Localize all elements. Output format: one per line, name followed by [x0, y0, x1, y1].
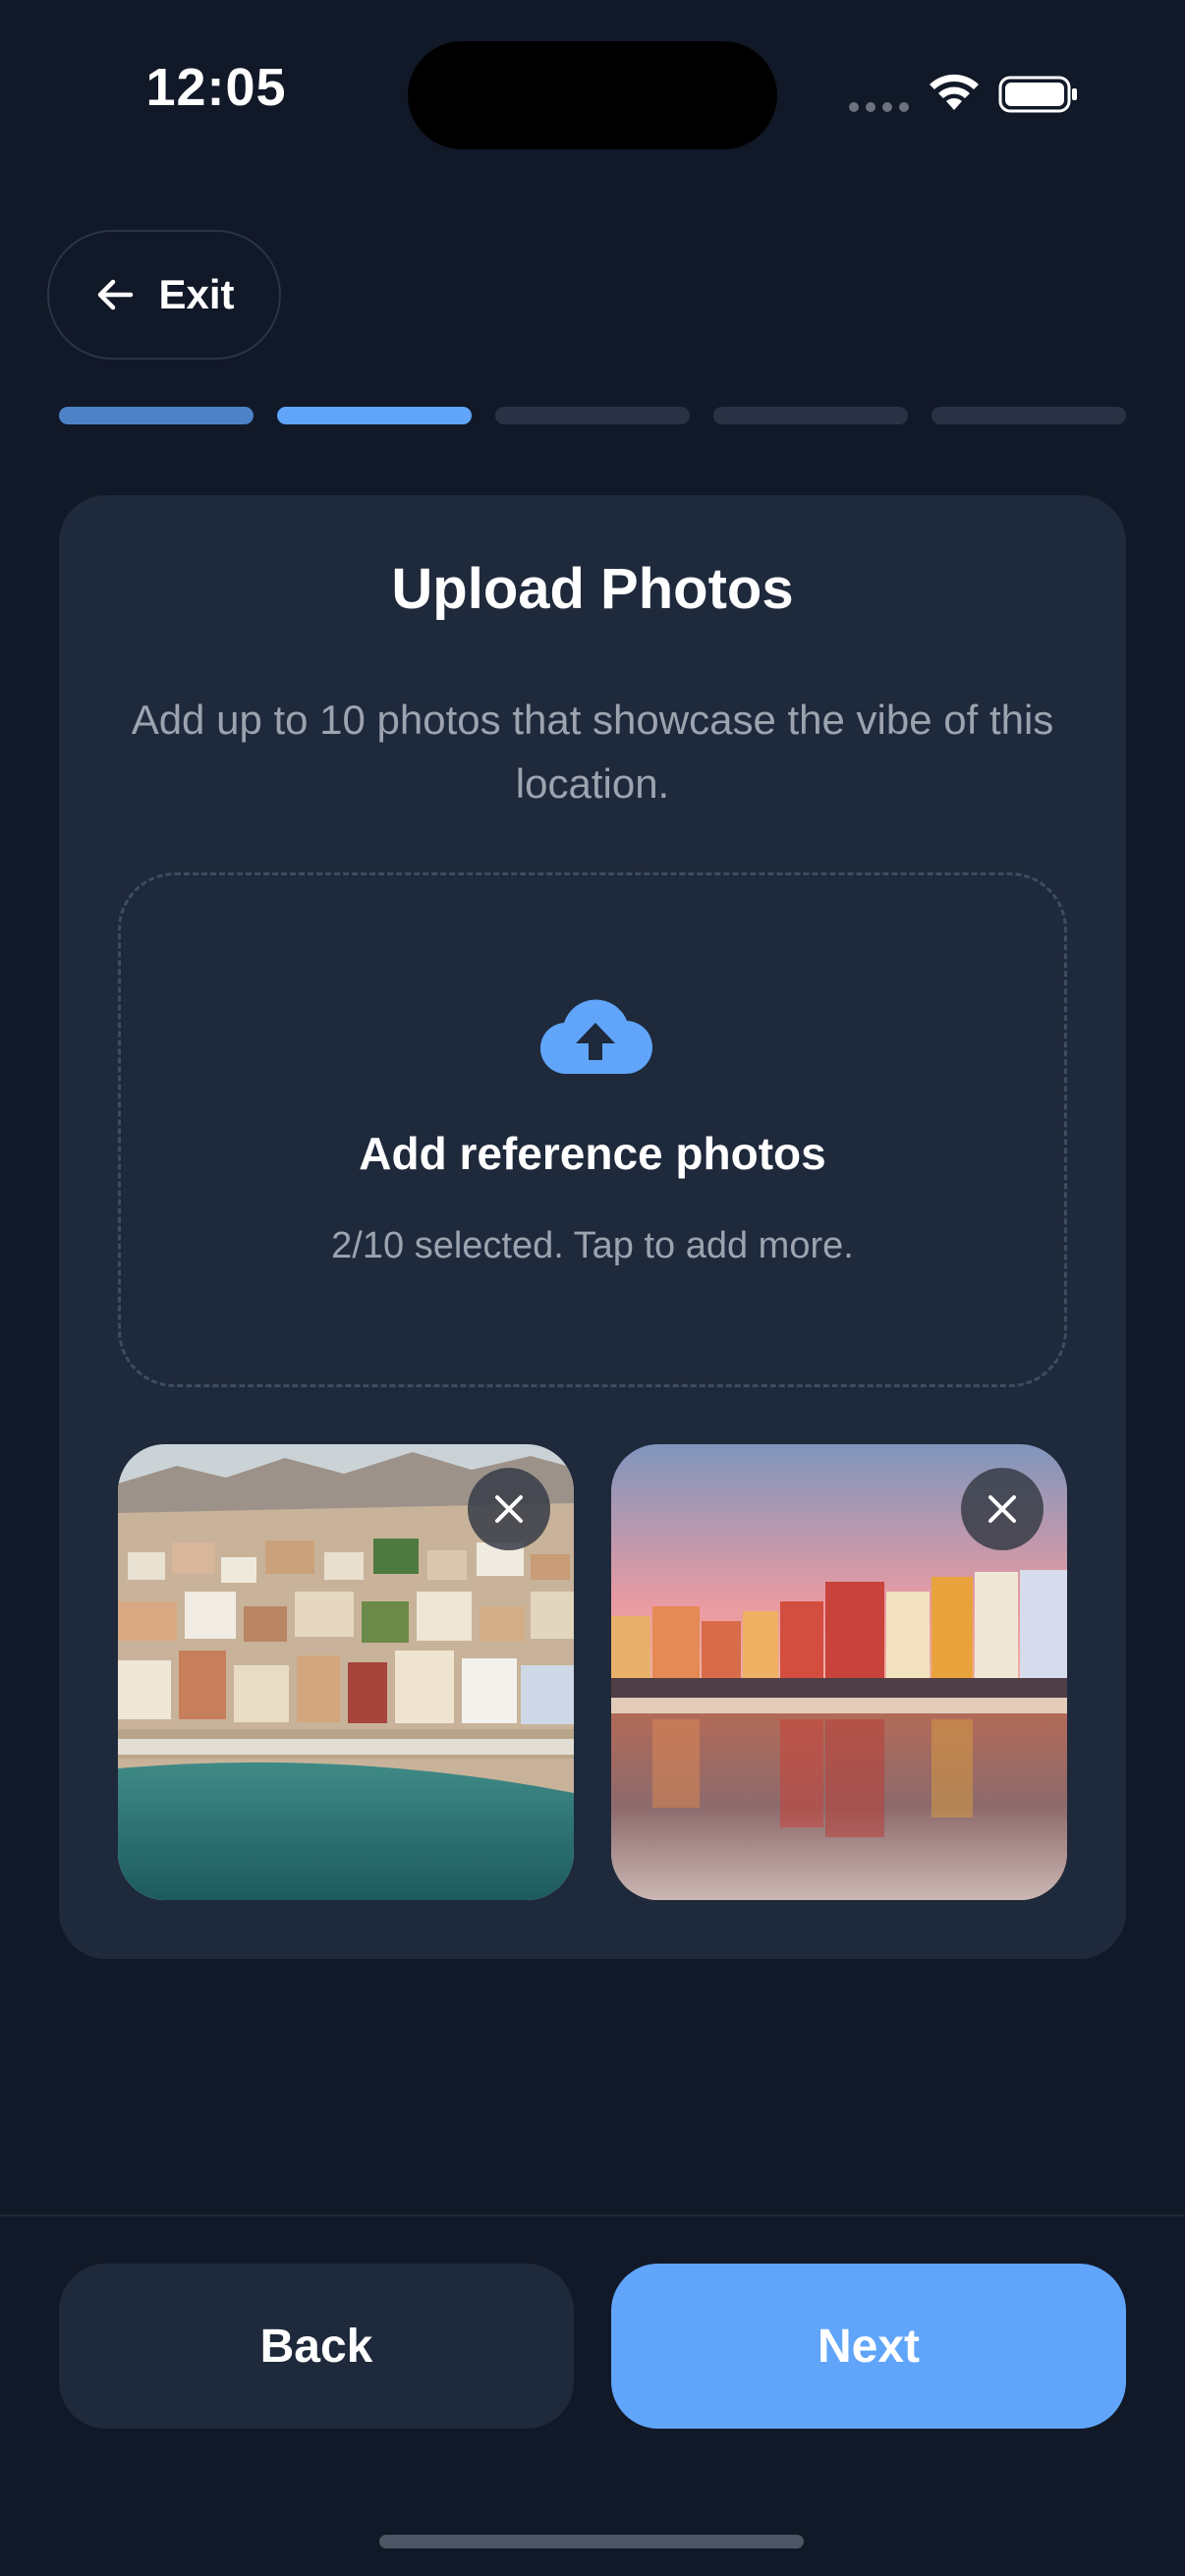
- back-button[interactable]: Back: [59, 2264, 574, 2429]
- status-bar: 12:05: [0, 0, 1185, 187]
- exit-button[interactable]: Exit: [47, 230, 281, 360]
- page-title: Upload Photos: [391, 557, 794, 621]
- remove-photo-button[interactable]: [468, 1468, 550, 1550]
- upload-card: Upload Photos Add up to 10 photos that s…: [59, 495, 1126, 1959]
- battery-icon: [998, 76, 1077, 113]
- progress-step-5: [931, 407, 1126, 424]
- close-icon: [495, 1495, 523, 1523]
- home-indicator: [379, 2535, 804, 2548]
- progress-step-2: [277, 407, 472, 424]
- dropzone-title: Add reference photos: [359, 1128, 826, 1179]
- progress-step-1: [59, 407, 254, 424]
- page-subtitle: Add up to 10 photos that showcase the vi…: [131, 697, 1054, 807]
- photo-dropzone[interactable]: Add reference photos 2/10 selected. Tap …: [118, 872, 1067, 1387]
- progress-step-3: [495, 407, 690, 424]
- wifi-icon: [930, 74, 979, 110]
- progress-step-4: [713, 407, 908, 424]
- arrow-left-icon: [98, 279, 134, 310]
- step-progress: [59, 407, 1126, 424]
- photo-thumbnail[interactable]: [118, 1444, 574, 1900]
- status-time: 12:05: [145, 58, 287, 117]
- next-button[interactable]: Next: [611, 2264, 1126, 2429]
- cloud-upload-icon: [540, 999, 652, 1075]
- exit-label: Exit: [158, 271, 235, 317]
- remove-photo-button[interactable]: [961, 1468, 1044, 1550]
- close-icon: [988, 1495, 1016, 1523]
- dynamic-island: [408, 41, 777, 149]
- signal-dots-icon: [849, 102, 909, 112]
- photo-thumbnail[interactable]: [611, 1444, 1067, 1900]
- footer-divider: [0, 2214, 1185, 2216]
- dropzone-hint: 2/10 selected. Tap to add more.: [331, 1225, 854, 1266]
